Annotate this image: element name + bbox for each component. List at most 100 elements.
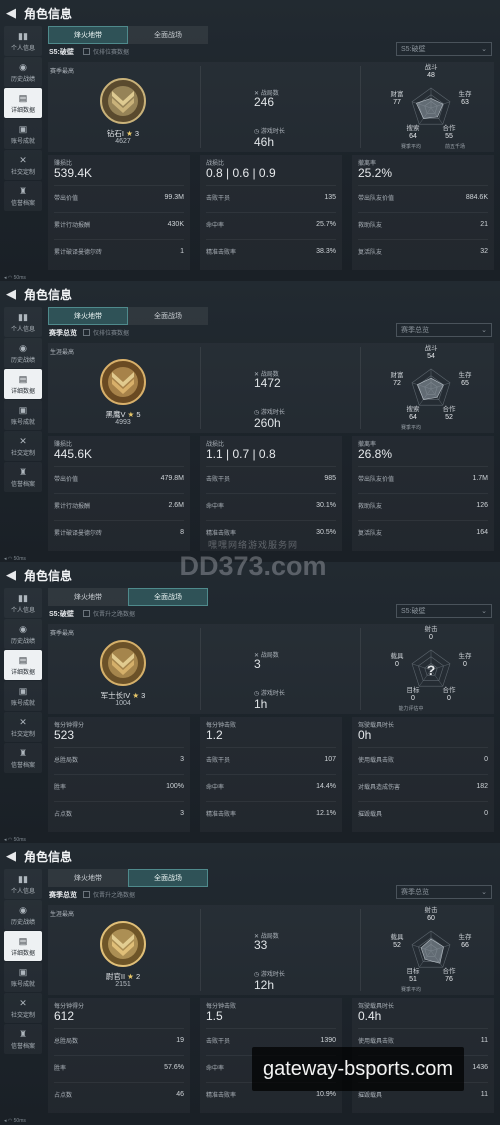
radar-value: 60 (427, 915, 435, 922)
tab-1[interactable]: 全面战场 (128, 588, 208, 606)
sidebar-item-2[interactable]: ▤ 详细数据 (4, 931, 42, 961)
season-dropdown[interactable]: 赛季总览 ⌄ (396, 323, 492, 337)
radar-legend: 赛季平均 (401, 986, 421, 993)
sidebar-item-0[interactable]: ▮▮ 个人信息 (4, 588, 42, 618)
stat-value: 8 (180, 529, 184, 536)
rank-points: 1004 (115, 700, 131, 707)
back-icon[interactable]: ◀ (6, 567, 20, 583)
checkbox-box[interactable] (83, 48, 90, 55)
radar-label: 生存 (459, 932, 473, 941)
sidebar-icon-1: ◉ (19, 623, 27, 634)
radar-value: 51 (409, 976, 417, 983)
tab-1[interactable]: 全面战场 (128, 869, 208, 887)
sidebar-item-4[interactable]: ✕ 社交定制 (4, 431, 42, 461)
stat-column-1: 战损比 0.8 | 0.6 | 0.9 击败干员 135 命中率 25.7% 精准击败率 38… (200, 155, 342, 270)
star-icon: ★ (125, 972, 136, 981)
sidebar: ▮▮ 个人信息 ◉ 历史战绩 ▤ 详细数据 ▣ 账号成就 ✕ 社交定制 ♜ 信誉档案 (4, 307, 42, 493)
rank-medal-icon (98, 357, 148, 407)
sidebar-item-5[interactable]: ♜ 信誉档案 (4, 743, 42, 773)
stat-key: 累计破译曼德尔砖 (54, 250, 103, 256)
stat-head-value: 445.6K (54, 447, 93, 461)
radar-label: 生存 (459, 651, 473, 660)
sidebar-item-1[interactable]: ◉ 历史战绩 (4, 619, 42, 649)
sidebar-icon-5: ♜ (18, 466, 28, 477)
stat-value: 32 (480, 248, 488, 255)
sidebar-item-1[interactable]: ◉ 历史战绩 (4, 900, 42, 930)
stat-value: 30.5% (316, 529, 336, 536)
tab-0[interactable]: 烽火地带 (48, 307, 128, 325)
chevron-down-icon: ⌄ (481, 327, 487, 334)
back-icon[interactable]: ◀ (6, 5, 20, 21)
sidebar-icon-4: ✕ (19, 435, 27, 446)
sidebar-item-4[interactable]: ✕ 社交定制 (4, 993, 42, 1023)
stat-row: 胜率 100% (54, 774, 184, 798)
sidebar-item-label: 信誉档案 (10, 200, 35, 207)
sidebar-item-label: 社交定制 (10, 450, 35, 457)
sidebar-item-3[interactable]: ▣ 账号成就 (4, 681, 42, 711)
sidebar-item-0[interactable]: ▮▮ 个人信息 (4, 307, 42, 337)
checkbox-box[interactable] (83, 329, 90, 336)
season-label: 赛季总览 (49, 892, 77, 899)
sidebar-item-5[interactable]: ♜ 信誉档案 (4, 1024, 42, 1054)
radar-chart: ? 射击 0 生存 0 合作 0 目标 0 载具 0 能力评估中 (368, 624, 494, 714)
sidebar-icon-0: ▮▮ (18, 592, 28, 603)
tab-0[interactable]: 烽火地带 (48, 588, 128, 606)
panel-2: ◀ 角色信息 ▮▮ 个人信息 ◉ 历史战绩 ▤ 详细数据 ▣ 账号成就 ✕ 社交定制 ♜ 信誉档案 烽火地带… (0, 281, 500, 562)
tab-0[interactable]: 烽火地带 (48, 26, 128, 44)
sidebar: ▮▮ 个人信息 ◉ 历史战绩 ▤ 详细数据 ▣ 账号成就 ✕ 社交定制 ♜ 信誉档案 (4, 26, 42, 212)
sidebar-item-3[interactable]: ▣ 账号成就 (4, 962, 42, 992)
sidebar-item-4[interactable]: ✕ 社交定制 (4, 712, 42, 742)
stat-row: 命中率 25.7% (206, 212, 336, 236)
season-dropdown[interactable]: S5:破壁 ⌄ (396, 42, 492, 56)
ranked-only-checkbox[interactable]: 仅排位赛数据 (83, 328, 129, 337)
sidebar-item-0[interactable]: ▮▮ 个人信息 (4, 26, 42, 56)
stat-row: 复活队友 164 (358, 520, 488, 544)
tab-1[interactable]: 全面战场 (128, 307, 208, 325)
season-dropdown[interactable]: S5:破壁 ⌄ (396, 604, 492, 618)
sidebar-item-2[interactable]: ▤ 详细数据 (4, 369, 42, 399)
sidebar-icon-4: ✕ (19, 997, 27, 1008)
radar-label: 射击 (425, 905, 439, 914)
ranked-only-checkbox[interactable]: 仅排位赛数据 (83, 47, 129, 56)
rank-points: 2151 (115, 981, 131, 988)
tab-0[interactable]: 烽火地带 (48, 869, 128, 887)
stat-row: 击败干员 107 (206, 747, 336, 771)
sidebar-item-3[interactable]: ▣ 账号成就 (4, 400, 42, 430)
sidebar-item-2[interactable]: ▤ 详细数据 (4, 88, 42, 118)
stat-key: 总胜局数 (54, 1039, 79, 1045)
tab-1[interactable]: 全面战场 (128, 26, 208, 44)
stat-key: 命中率 (206, 1066, 225, 1072)
season-dropdown[interactable]: 赛季总览 ⌄ (396, 885, 492, 899)
dropdown-value: 赛季总览 (401, 327, 429, 334)
sidebar-item-5[interactable]: ♜ 信誉档案 (4, 462, 42, 492)
ranked-only-checkbox[interactable]: 仅晋升之路数据 (83, 890, 135, 899)
ranked-only-checkbox[interactable]: 仅晋升之路数据 (83, 609, 135, 618)
checkbox-box[interactable] (83, 891, 90, 898)
stat-key: 击败干员 (206, 758, 231, 764)
sidebar-item-3[interactable]: ▣ 账号成就 (4, 119, 42, 149)
sidebar-item-label: 信誉档案 (10, 762, 35, 769)
rank-points: 4993 (115, 419, 131, 426)
checkbox-box[interactable] (83, 610, 90, 617)
stat-key: 胜率 (54, 785, 67, 791)
back-icon[interactable]: ◀ (6, 286, 20, 302)
sidebar-item-1[interactable]: ◉ 历史战绩 (4, 57, 42, 87)
checkbox-label: 仅排位赛数据 (93, 50, 130, 56)
sidebar-item-4[interactable]: ✕ 社交定制 (4, 150, 42, 180)
radar-legend: 赛季平均 (401, 143, 421, 150)
sidebar-item-2[interactable]: ▤ 详细数据 (4, 650, 42, 680)
sidebar-item-label: 个人信息 (10, 888, 35, 895)
sidebar-icon-3: ▣ (18, 966, 28, 977)
back-icon[interactable]: ◀ (6, 848, 20, 864)
radar-legend: 前五千场 (445, 143, 465, 150)
panel-1: ◀ 角色信息 ▮▮ 个人信息 ◉ 历史战绩 ▤ 详细数据 ▣ 账号成就 ✕ 社交定制 ♜ 信誉档案 烽火地带… (0, 0, 500, 281)
stat-key: 复活队友 (358, 531, 383, 537)
sidebar-item-5[interactable]: ♜ 信誉档案 (4, 181, 42, 211)
stat-value: 46 (176, 1091, 184, 1098)
stat-value: 107 (324, 756, 336, 763)
checkbox-label: 仅排位赛数据 (93, 331, 130, 337)
sidebar-item-1[interactable]: ◉ 历史战绩 (4, 338, 42, 368)
sidebar-item-0[interactable]: ▮▮ 个人信息 (4, 869, 42, 899)
radar-label: 载具 (391, 932, 405, 941)
stat-key: 命中率 (206, 785, 225, 791)
